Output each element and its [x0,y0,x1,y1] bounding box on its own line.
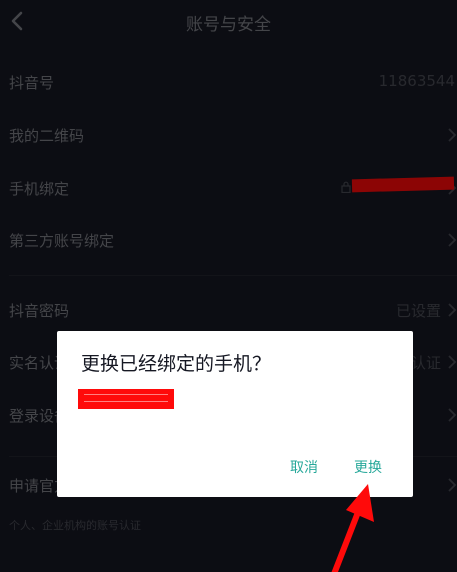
dialog-title: 更换已经绑定的手机？ [81,353,272,375]
dialog-phone-redaction [78,389,174,409]
annotation-arrow-icon [331,484,374,572]
cancel-button[interactable]: 取消 [290,457,318,477]
account-security-page: 账号与安全 抖音号 11863544 我的二维码 手机绑定 第三方账号绑定 抖音… [0,0,457,572]
change-phone-dialog: 更换已经绑定的手机？ 取消 更换 [57,331,413,497]
change-button[interactable]: 更换 [354,457,382,477]
